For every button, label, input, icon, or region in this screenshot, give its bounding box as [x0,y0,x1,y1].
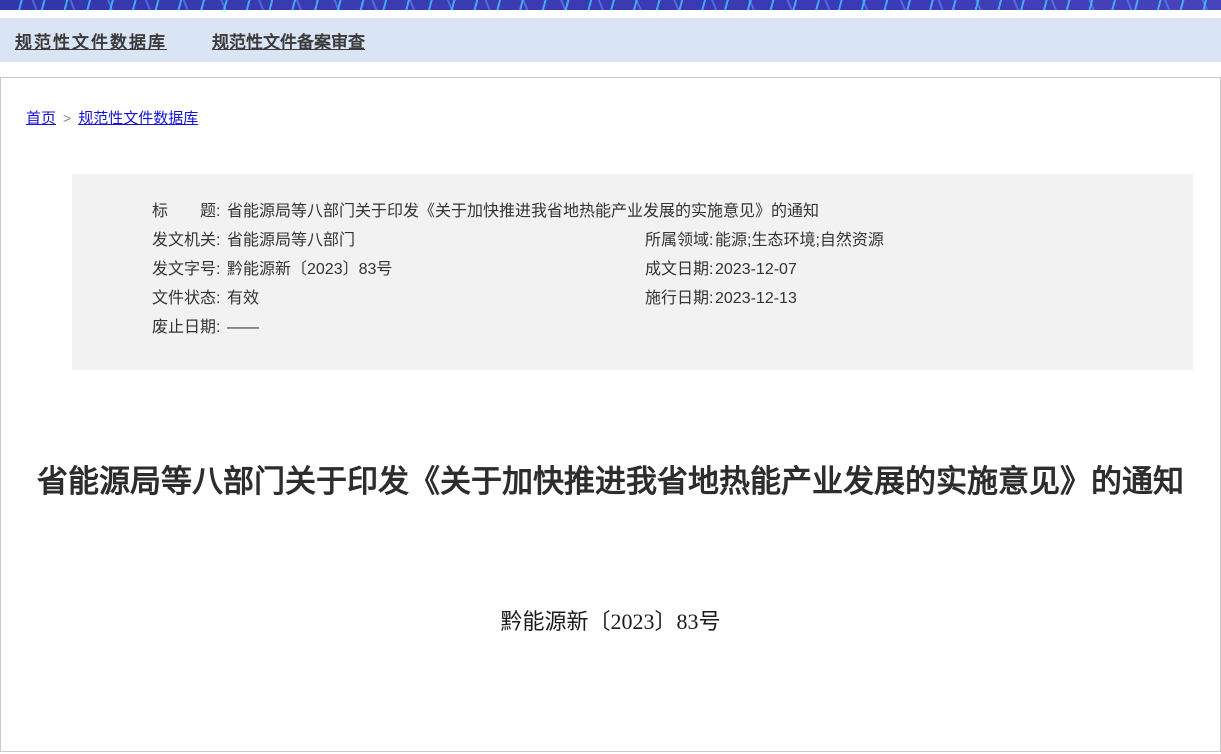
breadcrumb: 首页 > 规范性文件数据库 [1,78,1220,128]
repeal-date-value: —— [227,318,259,338]
written-date-value: 2023-12-07 [715,260,797,280]
issuing-agency-label: 发文机关: [152,231,227,251]
metadata-row-repeal: 废止日期: —— [152,318,1183,338]
title-value: 省能源局等八部门关于印发《关于加快推进我省地热能产业发展的实施意见》的通知 [227,202,819,222]
effective-date-value: 2023-12-13 [715,289,797,309]
document-number-line: 黔能源新〔2023〕83号 [1,604,1220,636]
metadata-row-number-date: 发文字号: 黔能源新〔2023〕83号 成文日期: 2023-12-07 [152,260,1183,280]
breadcrumb-current-link[interactable]: 规范性文件数据库 [78,110,198,127]
repeal-date-label: 废止日期: [152,318,227,338]
content-panel: 首页 > 规范性文件数据库 标 题: 省能源局等八部门关于印发《关于加快推进我省地热… [0,77,1221,752]
document-metadata-box: 标 题: 省能源局等八部门关于印发《关于加快推进我省地热能产业发展的实施意见》的… [72,174,1193,370]
metadata-row-title: 标 题: 省能源局等八部门关于印发《关于加快推进我省地热能产业发展的实施意见》的… [152,202,1183,222]
document-title: 省能源局等八部门关于印发《关于加快推进我省地热能产业发展的实施意见》的通知 [31,456,1190,508]
top-nav: 规范性文件数据库 规范性文件备案审查 [0,18,1221,62]
status-value: 有效 [227,289,259,309]
field-label: 所属领域: [645,231,715,251]
metadata-row-agency-field: 发文机关: 省能源局等八部门 所属领域: 能源;生态环境;自然资源 [152,231,1183,251]
title-label: 标 题: [152,202,227,222]
metadata-row-status-effective: 文件状态: 有效 施行日期: 2023-12-13 [152,289,1183,309]
tab-normative-documents-filing-review[interactable]: 规范性文件备案审查 [212,28,365,53]
doc-number-value: 黔能源新〔2023〕83号 [227,260,392,280]
tab-normative-documents-database[interactable]: 规范性文件数据库 [15,28,167,53]
breadcrumb-home-link[interactable]: 首页 [26,110,56,127]
status-label: 文件状态: [152,289,227,309]
issuing-agency-value: 省能源局等八部门 [227,231,355,251]
header-banner-decoration [0,0,1221,10]
breadcrumb-separator: > [63,110,71,126]
doc-number-label: 发文字号: [152,260,227,280]
written-date-label: 成文日期: [645,260,715,280]
field-value: 能源;生态环境;自然资源 [715,231,884,251]
effective-date-label: 施行日期: [645,289,715,309]
